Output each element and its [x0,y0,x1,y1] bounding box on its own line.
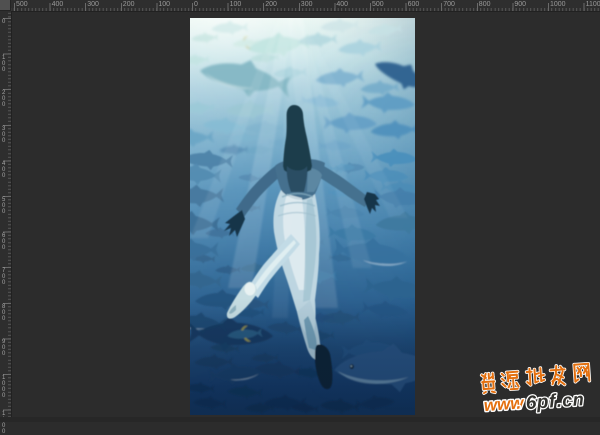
svg-text:.cn: .cn [556,389,585,411]
svg-text:6pf: 6pf [525,391,558,414]
